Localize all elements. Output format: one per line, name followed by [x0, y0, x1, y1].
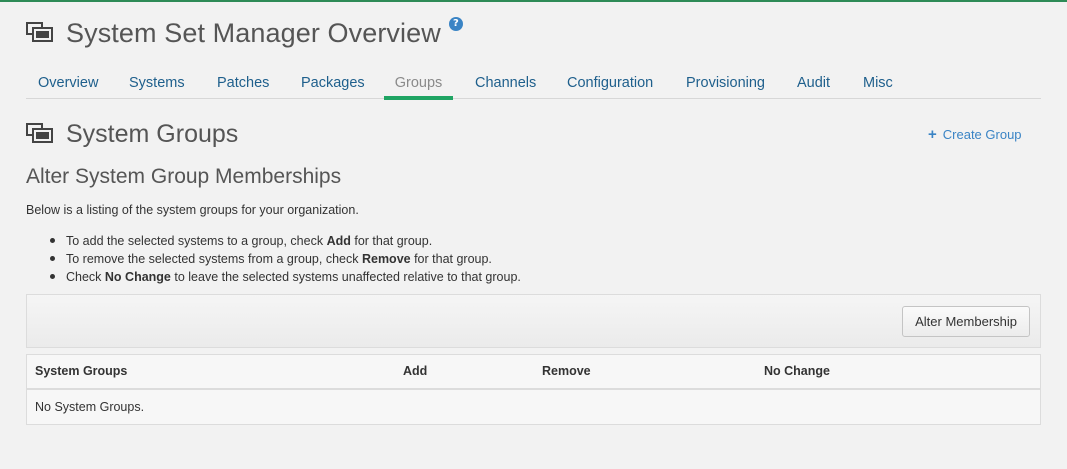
- list-item: To remove the selected systems from a gr…: [50, 251, 521, 269]
- alter-membership-button[interactable]: Alter Membership: [902, 306, 1030, 337]
- tab-packages[interactable]: Packages: [301, 67, 365, 99]
- tab-groups[interactable]: Groups: [384, 67, 453, 100]
- tab-misc[interactable]: Misc: [863, 67, 893, 99]
- section-header: System Groups: [26, 118, 238, 150]
- help-icon[interactable]: ?: [448, 17, 463, 31]
- create-group-link[interactable]: + Create Group: [928, 127, 1022, 142]
- section-title: System Groups: [66, 119, 239, 148]
- tab-systems[interactable]: Systems: [129, 67, 185, 99]
- action-bar: Alter Membership: [26, 294, 1041, 348]
- system-groups-icon: [26, 123, 54, 145]
- description-text: Below is a listing of the system groups …: [26, 203, 359, 217]
- list-item: To add the selected systems to a group, …: [50, 233, 521, 251]
- tab-channels[interactable]: Channels: [475, 67, 536, 99]
- list-item: Check No Change to leave the selected sy…: [50, 269, 521, 287]
- tab-configuration[interactable]: Configuration: [567, 67, 653, 99]
- page-title: System Set Manager Overview: [66, 17, 441, 48]
- tab-provisioning[interactable]: Provisioning: [686, 67, 765, 99]
- column-header-system-groups[interactable]: System Groups: [35, 355, 127, 388]
- system-set-icon: [26, 22, 54, 44]
- alter-memberships-heading: Alter System Group Memberships: [26, 165, 342, 188]
- instructions-list: To add the selected systems to a group, …: [50, 233, 521, 287]
- create-group-label: Create Group: [942, 127, 1022, 142]
- plus-icon: +: [928, 126, 937, 143]
- tab-overview[interactable]: Overview: [38, 67, 98, 99]
- top-accent-line: [0, 0, 1067, 2]
- page-header: System Set Manager Overview ?: [26, 16, 463, 50]
- tab-audit[interactable]: Audit: [797, 67, 830, 99]
- empty-table-message: No System Groups.: [35, 400, 145, 414]
- column-header-add[interactable]: Add: [403, 355, 427, 388]
- system-groups-table: System Groups Add Remove No Change No Sy…: [26, 354, 1041, 425]
- tab-bar: Overview Systems Patches Packages Groups…: [26, 67, 1041, 100]
- column-header-no-change[interactable]: No Change: [764, 355, 830, 388]
- tab-patches[interactable]: Patches: [217, 67, 269, 99]
- column-header-remove[interactable]: Remove: [542, 355, 591, 388]
- table-header: System Groups Add Remove No Change: [27, 355, 1040, 390]
